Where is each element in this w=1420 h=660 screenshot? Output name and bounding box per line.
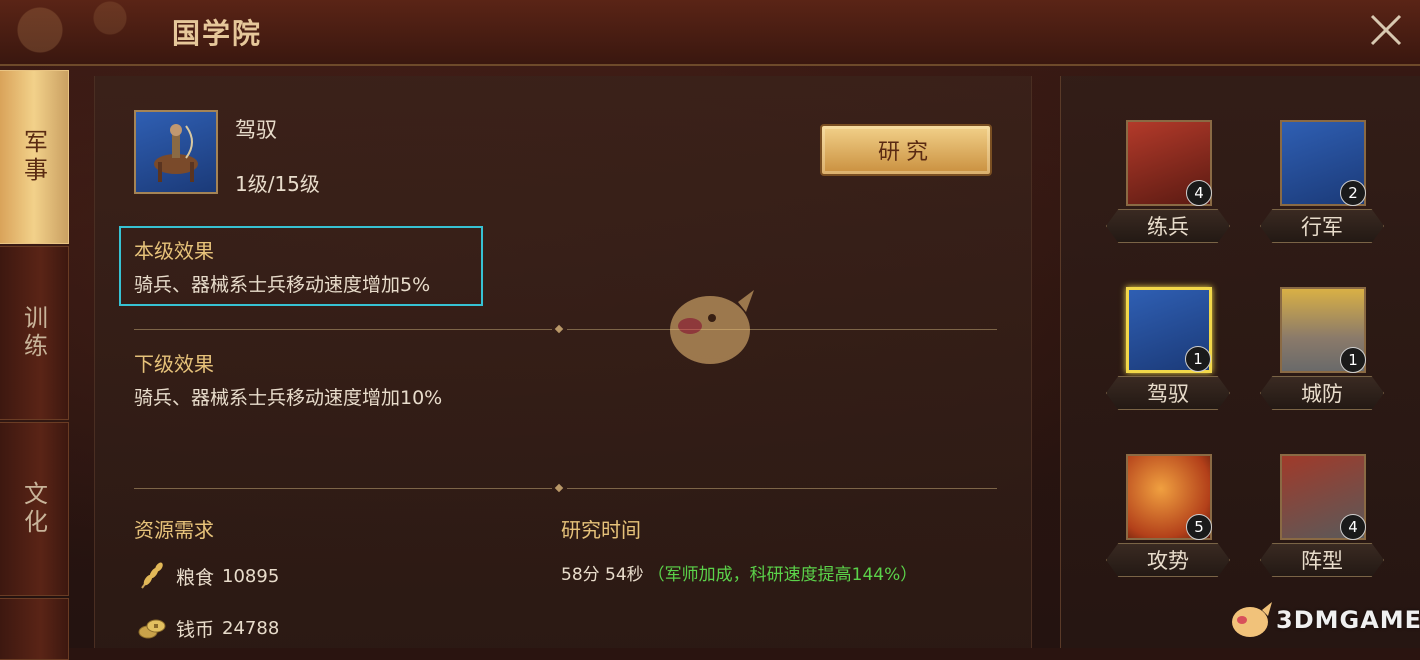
current-effect-desc: 骑兵、器械系士兵移动速度增加5% (134, 274, 431, 296)
mascot-icon (1232, 602, 1272, 637)
level-badge: 5 (1186, 514, 1212, 540)
page-title: 国学院 (172, 17, 263, 50)
tech-node-formation[interactable]: 4 (1280, 454, 1366, 540)
tab-more[interactable] (0, 598, 69, 660)
coins-icon (138, 619, 166, 639)
watermark-text: 3DMGAME (1276, 606, 1420, 634)
current-effect-title: 本级效果 (134, 239, 214, 263)
resource-label: 粮食 (176, 566, 215, 589)
resource-row-coins: 钱币 24788 (136, 612, 279, 644)
level-badge: 4 (1340, 514, 1366, 540)
research-time-title: 研究时间 (561, 518, 641, 542)
tab-military[interactable]: 军事 (0, 70, 69, 244)
level-badge: 2 (1340, 180, 1366, 206)
level-badge: 4 (1186, 180, 1212, 206)
tech-node-citydefense[interactable]: 1 (1280, 287, 1366, 373)
divider (567, 329, 997, 330)
resource-label: 钱币 (176, 618, 215, 641)
level-badge: 1 (1340, 347, 1366, 373)
research-time-value: 58分 54秒 (561, 565, 644, 585)
divider (134, 488, 552, 489)
resource-row-grain: 粮食 10895 (136, 560, 279, 592)
watermark-logo: 3DMGAME (1228, 600, 1420, 640)
divider (567, 488, 997, 489)
tech-node-riding[interactable]: 1 (1126, 287, 1212, 373)
tech-node-march[interactable]: 2 (1280, 120, 1366, 206)
tab-culture[interactable]: 文化 (0, 422, 69, 596)
tech-label[interactable]: 行军 (1260, 209, 1384, 243)
research-button[interactable]: 研究 (820, 124, 992, 176)
tech-label[interactable]: 练兵 (1106, 209, 1230, 243)
tech-label[interactable]: 阵型 (1260, 543, 1384, 577)
research-time-row: 58分 54秒 （军师加成，科研速度提高144%） (561, 560, 917, 585)
skill-name: 驾驭 (235, 118, 277, 142)
research-bonus: （军师加成，科研速度提高144%） (647, 565, 918, 585)
tech-label[interactable]: 驾驭 (1106, 376, 1230, 410)
cavalry-archer-icon (134, 110, 218, 194)
header-bar: 国学院 (0, 0, 1420, 66)
tech-label[interactable]: 城防 (1260, 376, 1384, 410)
level-badge: 1 (1185, 346, 1211, 372)
next-effect-title: 下级效果 (134, 352, 214, 376)
tech-label[interactable]: 攻势 (1106, 543, 1230, 577)
skill-level: 1级/15级 (235, 172, 320, 196)
header-ornament (0, 0, 180, 64)
tab-training[interactable]: 训练 (0, 246, 69, 420)
resources-title: 资源需求 (134, 518, 214, 542)
close-icon (1370, 14, 1402, 46)
tech-node-training[interactable]: 4 (1126, 120, 1212, 206)
next-effect-desc: 骑兵、器械系士兵移动速度增加10% (134, 387, 443, 409)
resource-value: 24788 (222, 617, 280, 639)
grain-icon (141, 562, 163, 589)
close-button[interactable] (1366, 10, 1406, 50)
divider (134, 329, 552, 330)
category-tabs: 军事 训练 文化 (0, 66, 72, 660)
watermark-mascot (660, 282, 760, 372)
resource-value: 10895 (222, 565, 280, 587)
tech-node-offense[interactable]: 5 (1126, 454, 1212, 540)
